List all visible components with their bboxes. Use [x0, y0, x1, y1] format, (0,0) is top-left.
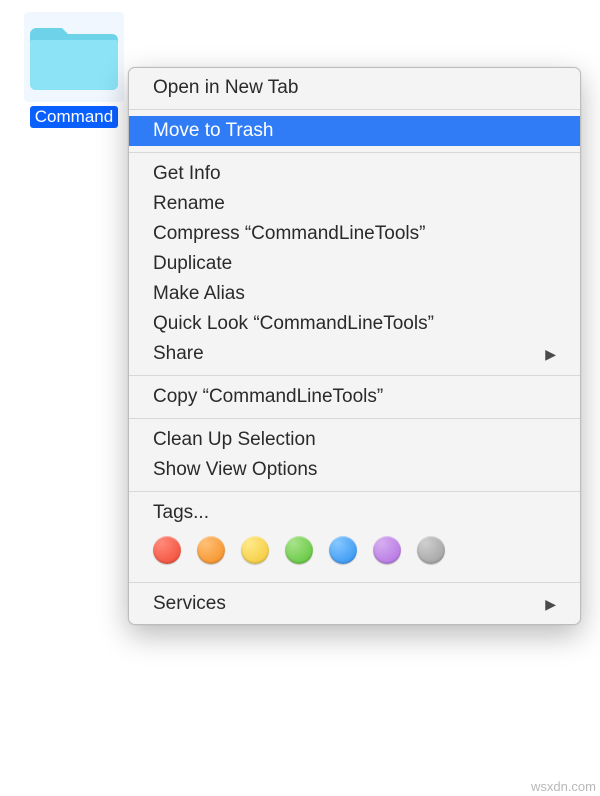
menu-label: Duplicate: [153, 253, 232, 275]
menu-label: Get Info: [153, 163, 221, 185]
menu-make-alias[interactable]: Make Alias: [129, 279, 580, 309]
menu-copy[interactable]: Copy “CommandLineTools”: [129, 382, 580, 412]
tag-orange[interactable]: [197, 536, 225, 564]
tag-green[interactable]: [285, 536, 313, 564]
tag-blue[interactable]: [329, 536, 357, 564]
menu-clean-up[interactable]: Clean Up Selection: [129, 425, 580, 455]
tag-yellow[interactable]: [241, 536, 269, 564]
folder-item[interactable]: Command: [24, 12, 124, 128]
menu-label: Make Alias: [153, 283, 245, 305]
menu-tags[interactable]: Tags...: [129, 498, 580, 528]
menu-label: Quick Look “CommandLineTools”: [153, 313, 434, 335]
folder-label: Command: [30, 106, 118, 128]
menu-label: Rename: [153, 193, 225, 215]
menu-separator: [129, 418, 580, 419]
menu-label: Compress “CommandLineTools”: [153, 223, 425, 245]
menu-open-new-tab[interactable]: Open in New Tab: [129, 73, 580, 103]
menu-get-info[interactable]: Get Info: [129, 159, 580, 189]
menu-label: Share: [153, 343, 204, 365]
menu-quick-look[interactable]: Quick Look “CommandLineTools”: [129, 309, 580, 339]
menu-compress[interactable]: Compress “CommandLineTools”: [129, 219, 580, 249]
chevron-right-icon: ▶: [545, 596, 556, 613]
menu-label: Services: [153, 593, 226, 615]
folder-icon: [30, 22, 118, 92]
tags-row: [129, 528, 580, 576]
chevron-right-icon: ▶: [545, 346, 556, 363]
menu-label: Open in New Tab: [153, 77, 298, 99]
menu-separator: [129, 491, 580, 492]
menu-label: Copy “CommandLineTools”: [153, 386, 383, 408]
menu-label: Move to Trash: [153, 120, 273, 142]
menu-label: Tags...: [153, 502, 209, 524]
menu-services[interactable]: Services ▶: [129, 589, 580, 619]
menu-share[interactable]: Share ▶: [129, 339, 580, 369]
menu-move-to-trash[interactable]: Move to Trash: [129, 116, 580, 146]
menu-rename[interactable]: Rename: [129, 189, 580, 219]
menu-show-view-options[interactable]: Show View Options: [129, 455, 580, 485]
folder-icon-selection: [24, 12, 124, 102]
menu-duplicate[interactable]: Duplicate: [129, 249, 580, 279]
menu-separator: [129, 375, 580, 376]
menu-separator: [129, 109, 580, 110]
tag-gray[interactable]: [417, 536, 445, 564]
tag-red[interactable]: [153, 536, 181, 564]
menu-label: Clean Up Selection: [153, 429, 316, 451]
menu-separator: [129, 152, 580, 153]
context-menu: Open in New Tab Move to Trash Get Info R…: [128, 67, 581, 625]
tag-purple[interactable]: [373, 536, 401, 564]
menu-separator: [129, 582, 580, 583]
menu-label: Show View Options: [153, 459, 317, 481]
watermark: wsxdn.com: [531, 779, 596, 794]
